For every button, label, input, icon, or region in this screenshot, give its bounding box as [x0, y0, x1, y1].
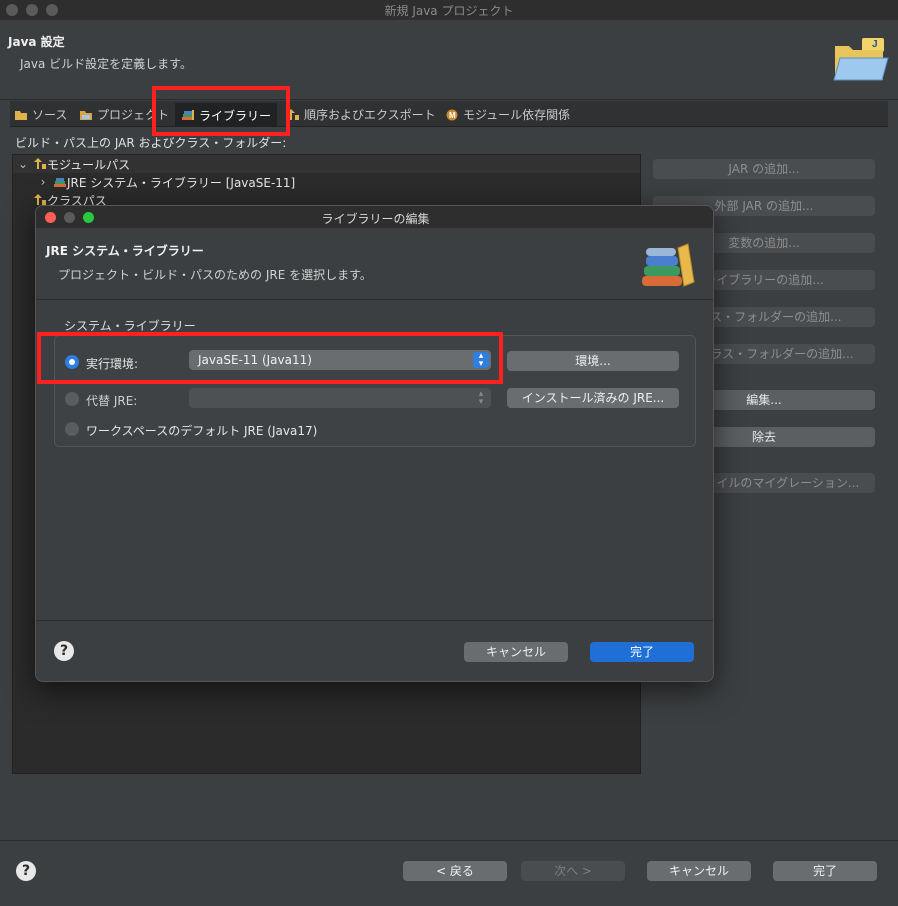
- tree-item-modulepath[interactable]: ⌄ モジュールパス: [13, 155, 640, 173]
- dialog-header: JRE システム・ライブラリー プロジェクト・ビルド・パスのための JRE を選…: [36, 228, 713, 300]
- svg-text:J: J: [872, 39, 878, 50]
- add-jars-button[interactable]: JAR の追加...: [653, 159, 875, 179]
- alternate-jre-label: 代替 JRE:: [86, 394, 138, 408]
- tree-item-label: モジュールパス: [47, 157, 131, 172]
- next-button[interactable]: 次へ >: [521, 861, 625, 881]
- tab-source-label: ソース: [32, 108, 68, 122]
- finish-button[interactable]: 完了: [773, 861, 877, 881]
- tab-module-dependencies-label: モジュール依存関係: [463, 108, 571, 122]
- wizard-page-title: Java 設定: [8, 35, 65, 49]
- dialog-footer-divider: [36, 620, 713, 621]
- window-titlebar: 新規 Java プロジェクト: [0, 0, 898, 20]
- select-chevrons-icon: ▴ ▾: [478, 389, 484, 407]
- footer-divider: [0, 840, 898, 841]
- wizard-page-description: Java ビルド設定を定義します。: [20, 57, 192, 71]
- library-books-icon: [642, 243, 695, 287]
- dialog-titlebar: ライブラリーの編集: [36, 206, 713, 228]
- tab-libraries-label: ライブラリー: [199, 108, 272, 123]
- workspace-default-jre-radio[interactable]: [65, 422, 79, 436]
- cancel-button[interactable]: キャンセル: [647, 861, 751, 881]
- system-library-group-label: システム・ライブラリー: [64, 319, 196, 333]
- tree-item-jre-library[interactable]: › JRE システム・ライブラリー [JavaSE-11]: [13, 173, 640, 191]
- dialog-header-description: プロジェクト・ビルド・パスのための JRE を選択します。: [58, 268, 372, 282]
- svg-text:M: M: [449, 111, 456, 120]
- window-title: 新規 Java プロジェクト: [384, 4, 514, 18]
- module-icon: M: [446, 109, 458, 120]
- tab-libraries[interactable]: ライブラリー: [175, 103, 278, 127]
- tab-order-export[interactable]: 順序およびエクスポート: [286, 106, 436, 123]
- project-folder-icon: [80, 110, 92, 120]
- dialog-help-icon[interactable]: ?: [54, 641, 74, 661]
- workspace-default-jre-label: ワークスペースのデフォルト JRE (Java17): [86, 424, 318, 438]
- libraries-icon: [182, 110, 194, 120]
- library-icon: [54, 178, 66, 187]
- tab-source[interactable]: ソース: [14, 106, 67, 123]
- dialog-cancel-button[interactable]: キャンセル: [464, 642, 568, 662]
- edit-library-dialog: ライブラリーの編集 JRE システム・ライブラリー プロジェクト・ビルド・パスの…: [35, 205, 714, 682]
- dialog-finish-button[interactable]: 完了: [590, 642, 694, 662]
- environments-button[interactable]: 環境...: [507, 351, 679, 371]
- chevron-right-icon[interactable]: ›: [33, 175, 53, 189]
- chevron-down-icon[interactable]: ⌄: [13, 157, 33, 171]
- build-path-label: ビルド・パス上の JAR およびクラス・フォルダー:: [15, 136, 287, 150]
- help-icon[interactable]: ?: [16, 861, 36, 881]
- execution-env-select-value: JavaSE-11 (Java11): [198, 353, 312, 367]
- modulepath-icon: [34, 158, 46, 169]
- wizard-header: Java 設定 Java ビルド設定を定義します。 J: [0, 20, 898, 100]
- order-export-icon: [287, 108, 299, 120]
- alternate-jre-radio[interactable]: [65, 392, 79, 406]
- dialog-title: ライブラリーの編集: [321, 212, 430, 226]
- back-button[interactable]: < 戻る: [403, 861, 507, 881]
- wizard-tabs: ソース プロジェクト ライブラリー 順序およびエクスポート M モジュール依存関…: [10, 101, 888, 127]
- execution-env-select[interactable]: JavaSE-11 (Java11) ▴ ▾: [189, 350, 491, 370]
- tab-order-export-label: 順序およびエクスポート: [304, 108, 436, 122]
- tab-projects[interactable]: プロジェクト: [79, 106, 169, 123]
- execution-env-label: 実行環境:: [86, 357, 139, 371]
- source-folder-icon: [15, 110, 27, 120]
- execution-env-radio[interactable]: [65, 355, 79, 369]
- tab-projects-label: プロジェクト: [97, 108, 170, 122]
- tree-item-label: JRE システム・ライブラリー [JavaSE-11]: [67, 175, 296, 190]
- select-chevrons-icon: ▴ ▾: [473, 352, 489, 369]
- tab-module-dependencies[interactable]: M モジュール依存関係: [445, 106, 570, 123]
- alternate-jre-select[interactable]: ▴ ▾: [189, 388, 491, 408]
- dialog-header-title: JRE システム・ライブラリー: [46, 244, 204, 258]
- installed-jres-button[interactable]: インストール済みの JRE...: [507, 388, 679, 408]
- new-java-project-icon: J: [833, 38, 889, 81]
